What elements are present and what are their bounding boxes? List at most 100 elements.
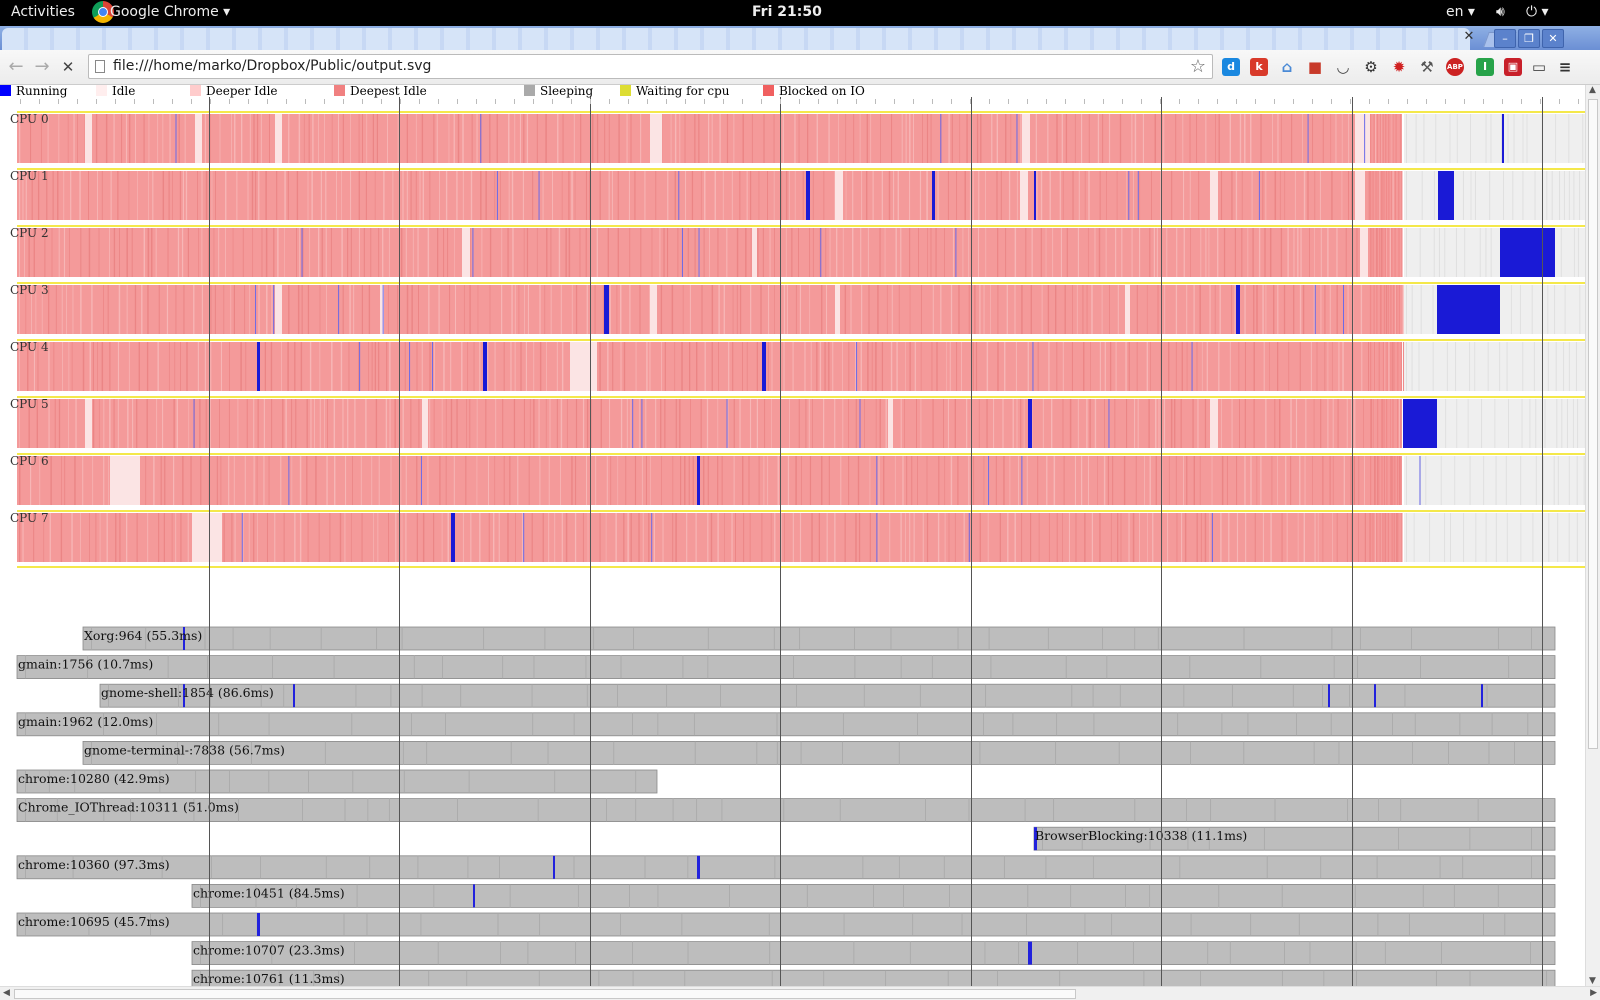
- tab-active[interactable]: [2, 28, 1470, 50]
- cpu-state-stripe: [323, 399, 325, 448]
- cpu-state-stripe: [1400, 456, 1402, 505]
- power-icon[interactable]: ⏻ ▾: [1526, 4, 1549, 20]
- process-state-stripe: [369, 855, 371, 879]
- process-state-stripe: [1412, 741, 1413, 765]
- cpu-state-stripe: [1390, 342, 1392, 391]
- cpu-state-stripe: [1327, 399, 1329, 448]
- cpu-state-stripe: [762, 228, 764, 277]
- bookmark-icon[interactable]: ■: [1306, 58, 1324, 76]
- cpu-state-stripe: [1331, 171, 1333, 220]
- pocket-icon[interactable]: ◡: [1334, 58, 1352, 76]
- process-state-stripe: [620, 655, 622, 679]
- settings-gear-icon[interactable]: ⚙: [1362, 58, 1380, 76]
- url-text[interactable]: file:///home/marko/Dropbox/Public/output…: [113, 58, 431, 74]
- cpu-state-stripe: [190, 456, 192, 505]
- cpu-idle-gap: [110, 456, 140, 505]
- cpu-state-stripe: [773, 171, 775, 220]
- clock[interactable]: Fri 21:50: [752, 4, 822, 20]
- process-state-stripe: [437, 941, 439, 965]
- stop-button[interactable]: ✕: [58, 57, 78, 77]
- scroll-down-arrow-icon[interactable]: ▼: [1589, 976, 1596, 986]
- scroll-right-arrow-icon[interactable]: ▶: [1590, 988, 1597, 998]
- address-bar[interactable]: file:///home/marko/Dropbox/Public/output…: [88, 54, 1213, 79]
- cpu-state-stripe: [792, 513, 794, 562]
- legend-swatch: [0, 85, 11, 96]
- vertical-scroll-thumb[interactable]: [1588, 99, 1598, 749]
- scroll-up-arrow-icon[interactable]: ▲: [1589, 85, 1596, 95]
- cpu-state-stripe: [1244, 399, 1246, 448]
- cpu-state-stripe: [511, 285, 513, 334]
- cpu-state-stripe: [1356, 228, 1358, 277]
- process-state-stripe: [990, 655, 992, 679]
- volume-icon[interactable]: 🔊︎: [1496, 4, 1505, 20]
- maximize-button[interactable]: ❐: [1518, 29, 1540, 48]
- cpu-state-stripe: [1262, 171, 1264, 220]
- cpu-state-stripe: [1250, 114, 1252, 163]
- green-extension-icon[interactable]: I: [1476, 58, 1494, 76]
- cpu-state-stripe: [1128, 513, 1130, 562]
- cpu-state-stripe: [400, 228, 403, 277]
- back-button[interactable]: ←: [6, 57, 26, 77]
- close-window-button[interactable]: ✕: [1542, 29, 1564, 48]
- cpu-state-stripe: [54, 399, 56, 448]
- horizontal-scrollbar[interactable]: ◀ ▶: [0, 986, 1600, 1000]
- red-extension-icon[interactable]: ▣: [1504, 58, 1522, 76]
- cpu-state-stripe: [763, 456, 765, 505]
- minimize-button[interactable]: –: [1494, 29, 1516, 48]
- cpu-state-stripe: [545, 114, 547, 163]
- cpu-state-stripe: [791, 228, 793, 277]
- activities-button[interactable]: Activities: [11, 4, 75, 20]
- scroll-left-arrow-icon[interactable]: ◀: [3, 988, 10, 998]
- cast-icon[interactable]: ▭: [1530, 58, 1548, 76]
- tab-close-icon[interactable]: ✕: [1460, 28, 1478, 46]
- cpu-state-stripe: [1158, 399, 1160, 448]
- cpu-state-stripe: [1046, 456, 1048, 505]
- k-extension-icon[interactable]: k: [1250, 58, 1268, 76]
- wrench-icon[interactable]: ⚒: [1418, 58, 1436, 76]
- cpu-state-stripe: [1364, 513, 1366, 562]
- process-state-stripe: [687, 941, 689, 965]
- bug-icon[interactable]: ✹: [1390, 58, 1408, 76]
- language-indicator[interactable]: en ▾: [1446, 4, 1475, 20]
- app-menu[interactable]: Google Chrome ▾: [110, 4, 230, 20]
- dashlane-icon[interactable]: d: [1222, 58, 1240, 76]
- cpu-running-mark: [651, 513, 653, 562]
- cpu-state-stripe: [937, 171, 939, 220]
- adblock-plus-icon[interactable]: ABP: [1446, 58, 1464, 76]
- cpu-state-stripe: [966, 399, 968, 448]
- cpu-state-stripe: [565, 513, 568, 562]
- horizontal-scroll-thumb[interactable]: [14, 989, 1076, 999]
- cpu-state-stripe: [630, 399, 632, 448]
- cpu-state-stripe: [1475, 513, 1477, 562]
- process-state-stripe: [1055, 741, 1057, 765]
- time-tick: [495, 99, 496, 104]
- time-tick: [153, 99, 154, 104]
- cpu-state-stripe: [252, 228, 254, 277]
- cpu-state-stripe: [508, 171, 510, 220]
- cpu-state-stripe: [463, 285, 465, 334]
- cpu-state-stripe: [532, 171, 534, 220]
- cpu-running-mark: [1032, 342, 1034, 391]
- menu-icon[interactable]: ≡: [1556, 58, 1574, 76]
- cpu-state-stripe: [750, 171, 752, 220]
- forward-button[interactable]: →: [32, 57, 52, 77]
- cpu-state-stripe: [1445, 399, 1447, 448]
- cpu-state-stripe: [421, 114, 424, 163]
- cpu-state-stripe: [365, 399, 367, 448]
- cpu-state-stripe: [962, 228, 964, 277]
- vertical-scrollbar[interactable]: ▲ ▼: [1585, 85, 1600, 986]
- cpu-state-stripe: [560, 456, 561, 505]
- process-state-stripe: [344, 798, 346, 822]
- cpu-state-stripe: [1244, 456, 1246, 505]
- cpu-state-stripe: [1337, 399, 1339, 448]
- cpu-state-stripe: [828, 456, 830, 505]
- cpu-state-stripe: [1364, 456, 1366, 505]
- process-state-stripe: [696, 798, 698, 822]
- cpu-state-stripe: [1183, 456, 1184, 505]
- cpu-state-stripe: [1021, 285, 1023, 334]
- screenshot-icon[interactable]: ⌂: [1278, 58, 1296, 76]
- cpu-state-stripe: [980, 114, 982, 163]
- cpu-state-stripe: [201, 285, 203, 334]
- bookmark-star-icon[interactable]: ☆: [1190, 56, 1206, 77]
- cpu-deepest-idle-block: [17, 114, 1402, 163]
